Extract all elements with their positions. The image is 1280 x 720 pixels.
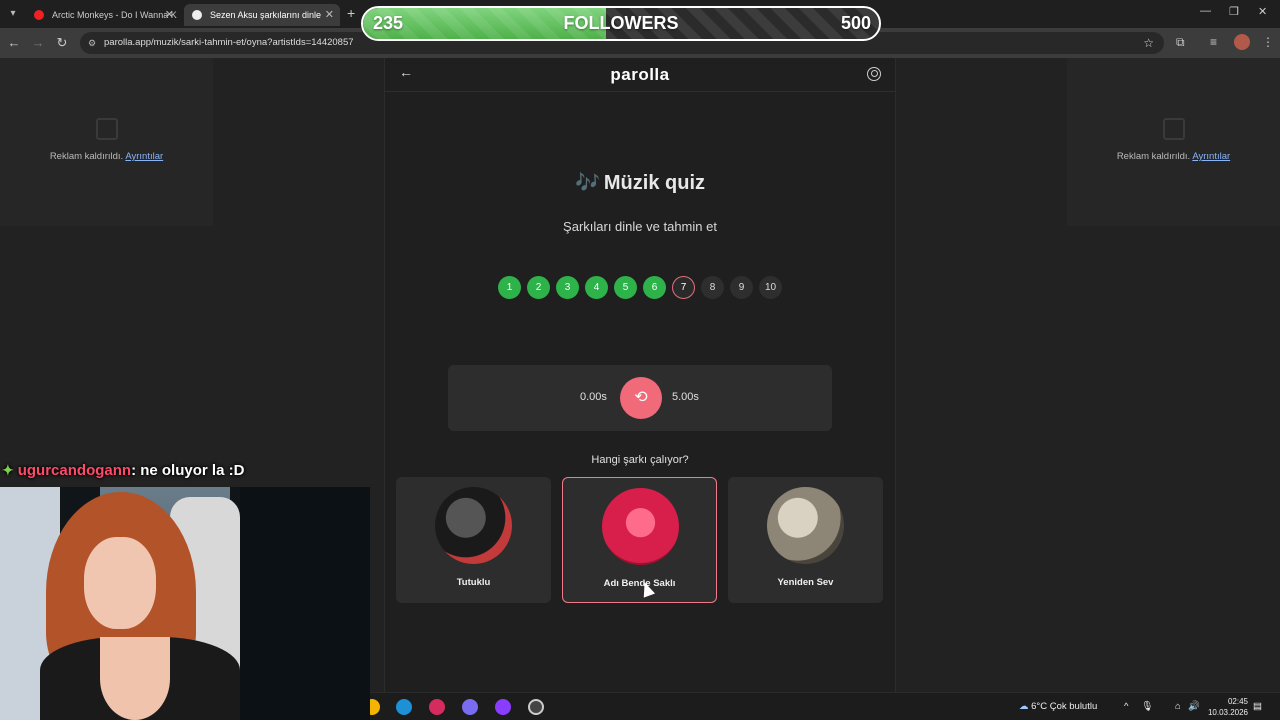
back-icon[interactable]: ← — [6, 35, 22, 50]
quiz-app: ← parolla 🎶 Müzik quiz Şarkıları dinle ve… — [384, 58, 896, 692]
close-window-icon[interactable]: ✕ — [1258, 5, 1267, 18]
ad-placeholder-icon — [1163, 118, 1185, 140]
ad-removed-label: Reklam kaldırıldı. — [49, 151, 124, 162]
bookmark-star-icon[interactable]: ☆ — [1143, 32, 1154, 54]
youtube-icon — [34, 10, 44, 20]
tab-title: Sezen Aksu şarkılarını dinle — [210, 10, 322, 20]
site-info-icon[interactable]: ⚙ — [88, 32, 96, 54]
music-note-icon: 🎶 — [574, 172, 600, 194]
chat-username: ugurcandogann — [17, 462, 132, 479]
media-controls-icon[interactable]: ≡ — [1210, 35, 1217, 49]
user-account-icon[interactable] — [867, 67, 881, 81]
ad-slot: Reklam kaldırıldı. Ayrıntılar — [0, 58, 213, 226]
tab-sezen-aksu[interactable]: Sezen Aksu şarkılarını dinle ✕ — [184, 4, 340, 26]
edge-icon[interactable] — [396, 699, 412, 715]
webcam-person-face — [84, 537, 156, 629]
start-time: 0.00s — [580, 391, 607, 403]
taskbar-clock[interactable]: 02:45 10.03.2026 — [1198, 696, 1248, 718]
quiz-title-text: Müzik quiz — [603, 172, 705, 194]
obs-icon[interactable] — [528, 699, 544, 715]
app-icon[interactable] — [495, 699, 511, 715]
chat-badge-icon: ✦ — [2, 462, 14, 478]
clock-date: 10.03.2026 — [1207, 708, 1248, 717]
network-icon[interactable]: ⌂ — [1175, 701, 1181, 712]
step-8: 8 — [701, 276, 724, 299]
ad-placeholder-icon — [96, 118, 118, 140]
chat-text: : ne oluyor la :D — [131, 462, 245, 479]
clock-time: 02:45 — [1227, 697, 1248, 706]
album-cover — [602, 488, 679, 565]
close-tab-icon[interactable]: ✕ — [165, 4, 174, 26]
repeat-icon: ⟲ — [634, 389, 648, 406]
menu-kebab-icon[interactable]: ⋮ — [1262, 35, 1274, 49]
album-cover — [767, 487, 844, 564]
tab-search-icon[interactable]: ▾ — [4, 5, 22, 23]
forward-icon[interactable]: → — [30, 35, 46, 50]
parolla-favicon-icon — [192, 10, 202, 20]
step-2: 2 — [527, 276, 550, 299]
step-6: 6 — [643, 276, 666, 299]
weather-text: 6°C Çok bulutlu — [1031, 701, 1098, 712]
new-tab-icon[interactable]: + — [347, 5, 355, 21]
replay-button[interactable]: ⟲ — [620, 377, 662, 419]
step-5: 5 — [614, 276, 637, 299]
step-4: 4 — [585, 276, 608, 299]
cloud-icon: ☁ — [1019, 701, 1029, 712]
tab-arctic-monkeys[interactable]: Arctic Monkeys - Do I Wanna K ✕ — [26, 4, 180, 26]
ad-removed-label: Reklam kaldırıldı. — [1116, 151, 1191, 162]
opera-icon[interactable] — [429, 699, 445, 715]
option-label: Tutuklu — [456, 577, 491, 588]
close-tab-icon[interactable]: ✕ — [325, 4, 334, 26]
notification-icon[interactable]: ▤ — [1253, 701, 1262, 712]
ad-details-link[interactable]: Ayrıntılar — [125, 151, 163, 162]
quiz-subtitle: Şarkıları dinle ve tahmin et — [563, 219, 717, 234]
follower-target: 500 — [840, 13, 871, 33]
chat-message: ✦ ugurcandogann: ne oluyor la :D — [2, 462, 244, 484]
app-header: ← parolla — [385, 58, 895, 92]
url-text: parolla.app/muzik/sarki-tahmin-et/oyna?a… — [104, 37, 354, 48]
reload-icon[interactable]: ↻ — [54, 35, 70, 51]
brand-logo[interactable]: parolla — [385, 65, 895, 85]
ad-slot: Reklam kaldırıldı. Ayrıntılar — [1067, 58, 1280, 226]
album-cover — [435, 487, 512, 564]
step-10: 10 — [759, 276, 782, 299]
webcam-overlay — [0, 487, 370, 720]
step-1: 1 — [498, 276, 521, 299]
step-3: 3 — [556, 276, 579, 299]
webcam-background-dark — [240, 487, 370, 720]
minimize-icon[interactable]: — — [1200, 5, 1211, 17]
profile-avatar[interactable] — [1234, 34, 1250, 50]
option-label: Yeniden Sev — [777, 577, 834, 588]
end-time: 5.00s — [672, 391, 699, 403]
answer-option[interactable]: Yeniden Sev — [728, 477, 883, 603]
question-text: Hangi şarkı çalıyor? — [591, 454, 689, 466]
follower-goal-bar: 235 FOLLOWERS 500 — [361, 6, 881, 41]
ad-removed-text: Reklam kaldırıldı. Ayrıntılar — [0, 151, 213, 162]
right-ad-panel: Reklam kaldırıldı. Ayrıntılar — [1067, 58, 1280, 692]
tab-title: Arctic Monkeys - Do I Wanna K — [52, 10, 177, 20]
step-9: 9 — [730, 276, 753, 299]
restore-icon[interactable]: ❐ — [1229, 5, 1239, 18]
ad-details-link[interactable]: Ayrıntılar — [1192, 151, 1230, 162]
webcam-person-neck — [100, 637, 170, 720]
follower-label: FOLLOWERS — [563, 13, 679, 33]
extensions-icon[interactable]: ⧉ — [1176, 35, 1185, 50]
weather-widget[interactable]: ☁ 6°C Çok bulutlu — [1019, 701, 1097, 712]
microphone-icon[interactable]: 🎙 — [1141, 701, 1153, 712]
copilot-icon[interactable] — [462, 699, 478, 715]
tray-chevron-icon[interactable]: ^ — [1124, 701, 1128, 712]
answer-option[interactable]: Tutuklu — [396, 477, 551, 603]
ad-removed-text: Reklam kaldırıldı. Ayrıntılar — [1067, 151, 1280, 162]
step-7: 7 — [672, 276, 695, 299]
quiz-title: 🎶 Müzik quiz — [385, 170, 895, 195]
audio-player: 0.00s ⟲ 5.00s — [448, 365, 832, 431]
